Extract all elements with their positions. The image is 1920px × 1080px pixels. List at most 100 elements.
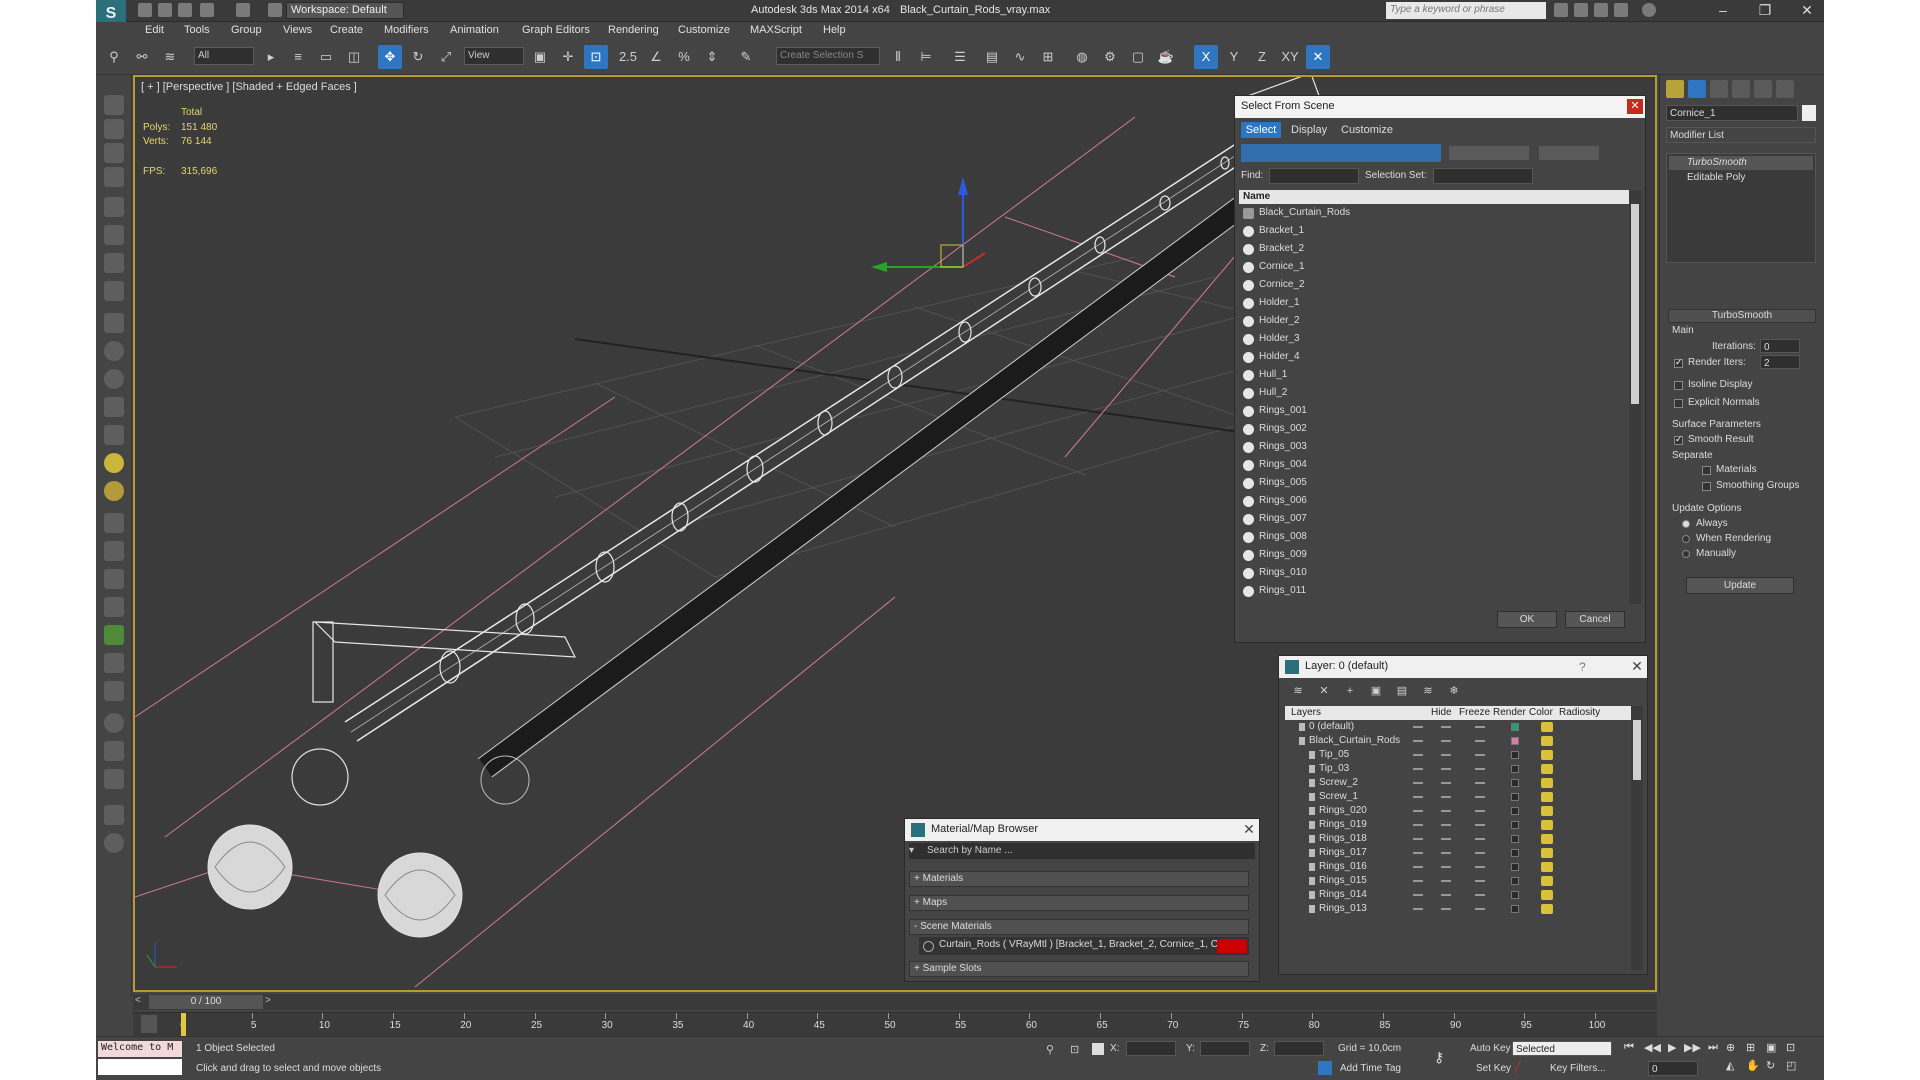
explicit-normals-checkbox[interactable] bbox=[1674, 399, 1683, 408]
copy-icon[interactable] bbox=[104, 805, 124, 825]
axis-constraint-y[interactable]: Y bbox=[1222, 45, 1246, 69]
filter-option-buttons[interactable] bbox=[1539, 146, 1599, 160]
undo-icon[interactable] bbox=[200, 3, 214, 17]
absolute-mode-icon[interactable] bbox=[1092, 1043, 1104, 1055]
add-to-layer-icon[interactable]: + bbox=[1341, 683, 1359, 699]
render-toggle[interactable] bbox=[1475, 740, 1485, 742]
cloth-icon[interactable] bbox=[104, 681, 124, 701]
freeze-toggle[interactable] bbox=[1441, 740, 1451, 742]
freeze-toggle[interactable] bbox=[1441, 796, 1451, 798]
find-input[interactable] bbox=[1269, 168, 1359, 184]
select-from-scene-close-button[interactable]: ✕ bbox=[1627, 99, 1643, 114]
column-color[interactable]: Color bbox=[1529, 707, 1553, 718]
maxscript-input[interactable] bbox=[98, 1059, 182, 1075]
list-item[interactable]: Rings_002 bbox=[1239, 420, 1635, 438]
radiosity-icon[interactable] bbox=[1541, 820, 1553, 830]
layer-color-swatch[interactable] bbox=[1511, 821, 1519, 829]
tab-customize[interactable]: Customize bbox=[1341, 122, 1393, 138]
radiosity-icon[interactable] bbox=[1541, 792, 1553, 802]
radiosity-icon[interactable] bbox=[1541, 904, 1553, 914]
schematic-view-icon[interactable]: ⊞ bbox=[1036, 45, 1060, 69]
selection-lock-icon[interactable]: ⊡ bbox=[1070, 1043, 1080, 1056]
list-item[interactable]: Cornice_1 bbox=[1239, 258, 1635, 276]
hide-toggle[interactable] bbox=[1413, 852, 1423, 854]
align-icon[interactable]: ⊨ bbox=[914, 45, 938, 69]
sphere-icon[interactable] bbox=[104, 369, 124, 389]
menu-create[interactable]: Create bbox=[330, 24, 363, 36]
configure-modifier-sets-icon[interactable] bbox=[1790, 273, 1808, 287]
radiosity-icon[interactable] bbox=[1541, 764, 1553, 774]
redo-icon[interactable] bbox=[236, 3, 250, 17]
list-item[interactable]: Cornice_2 bbox=[1239, 276, 1635, 294]
layer-close-button[interactable]: ✕ bbox=[1629, 659, 1645, 674]
help-search-input[interactable]: Type a keyword or phrase bbox=[1386, 2, 1546, 19]
layer-color-swatch[interactable] bbox=[1511, 765, 1519, 773]
list-item[interactable]: Bracket_1 bbox=[1239, 222, 1635, 240]
render-toggle[interactable] bbox=[1475, 726, 1485, 728]
audio-icon[interactable] bbox=[104, 253, 124, 273]
radiosity-icon[interactable] bbox=[1541, 834, 1553, 844]
isoline-display-checkbox[interactable] bbox=[1674, 381, 1683, 390]
smooth-result-checkbox[interactable] bbox=[1674, 434, 1683, 445]
freeze-unfreeze-all-icon[interactable]: ❄ bbox=[1445, 683, 1463, 699]
cone-icon[interactable] bbox=[104, 425, 124, 445]
transform-gizmo[interactable] bbox=[871, 177, 986, 272]
separate-materials-checkbox[interactable] bbox=[1702, 466, 1711, 475]
named-selection-set-input[interactable]: Create Selection S bbox=[776, 47, 880, 65]
freeze-toggle[interactable] bbox=[1441, 782, 1451, 784]
mirror-icon[interactable]: ⫴ bbox=[886, 45, 910, 69]
radiosity-icon[interactable] bbox=[1541, 862, 1553, 872]
list-item[interactable]: Holder_1 bbox=[1239, 294, 1635, 312]
create-tab-icon[interactable] bbox=[1666, 80, 1684, 98]
set-key-icon[interactable]: ╱ bbox=[1514, 1061, 1530, 1075]
play-icon[interactable]: ▶ bbox=[1668, 1041, 1676, 1054]
menu-customize[interactable]: Customize bbox=[678, 24, 730, 36]
freeze-toggle[interactable] bbox=[1441, 838, 1451, 840]
render-toggle[interactable] bbox=[1475, 810, 1485, 812]
vray-frame-buffer-icon[interactable] bbox=[104, 741, 124, 761]
utilities-tab-icon[interactable] bbox=[1776, 80, 1794, 98]
save-file-icon[interactable] bbox=[178, 3, 192, 17]
select-and-scale-icon[interactable]: ⤢ bbox=[434, 45, 458, 69]
create-layer-icon[interactable]: ≋ bbox=[1289, 683, 1307, 699]
modifier-list-dropdown[interactable]: Modifier List bbox=[1666, 127, 1816, 143]
highlight-selected-icon[interactable]: ▤ bbox=[1393, 683, 1411, 699]
omni-light-icon[interactable] bbox=[104, 481, 124, 501]
menu-modifiers[interactable]: Modifiers bbox=[384, 24, 429, 36]
time-slider-thumb[interactable]: 0 / 100 bbox=[149, 995, 263, 1009]
object-name-input[interactable]: Cornice_1 bbox=[1666, 105, 1798, 121]
stack-item-turbosmooth[interactable]: TurboSmooth bbox=[1669, 156, 1813, 170]
list-item[interactable]: Rings_008 bbox=[1239, 528, 1635, 546]
layer-scrollbar[interactable] bbox=[1631, 706, 1643, 970]
keyboard-shortcut-override-icon[interactable]: ⊡ bbox=[584, 45, 608, 69]
name-column-header[interactable]: Name bbox=[1239, 190, 1635, 204]
graphite-toolset-icon[interactable]: ▤ bbox=[980, 45, 1004, 69]
column-hide[interactable]: Hide bbox=[1431, 707, 1452, 718]
list-item[interactable]: Rings_004 bbox=[1239, 456, 1635, 474]
list-item[interactable]: Hull_1 bbox=[1239, 366, 1635, 384]
freeze-toggle[interactable] bbox=[1441, 810, 1451, 812]
hide-unhide-all-icon[interactable]: ≋ bbox=[1419, 683, 1437, 699]
list-item[interactable]: Holder_2 bbox=[1239, 312, 1635, 330]
help-icon[interactable] bbox=[1642, 3, 1656, 17]
select-all-buttons[interactable] bbox=[1449, 146, 1529, 160]
layer-color-swatch[interactable] bbox=[1511, 863, 1519, 871]
radiosity-icon[interactable] bbox=[1541, 750, 1553, 760]
project-folder-icon[interactable] bbox=[268, 3, 282, 17]
key-filters-button[interactable]: Key Filters... bbox=[1550, 1063, 1606, 1074]
list-item[interactable]: Rings_007 bbox=[1239, 510, 1635, 528]
list-item[interactable]: Holder_4 bbox=[1239, 348, 1635, 366]
radiosity-icon[interactable] bbox=[1541, 890, 1553, 900]
render-production-icon[interactable]: ☕ bbox=[1154, 45, 1178, 69]
zoom-extents-icon[interactable]: ▣ bbox=[1766, 1041, 1776, 1054]
render-toggle[interactable] bbox=[1475, 782, 1485, 784]
update-manually-radio[interactable] bbox=[1682, 550, 1690, 558]
list-item[interactable]: Holder_3 bbox=[1239, 330, 1635, 348]
search-options-chevron-icon[interactable]: ▾ bbox=[909, 845, 914, 856]
render-toggle[interactable] bbox=[1475, 852, 1485, 854]
bind-spacewarp-icon[interactable]: ≋ bbox=[158, 45, 182, 69]
selection-set-dropdown[interactable] bbox=[1433, 168, 1533, 184]
plant-icon[interactable] bbox=[104, 625, 124, 645]
key-selection-dropdown[interactable]: Selected bbox=[1512, 1041, 1612, 1056]
render-toggle[interactable] bbox=[1475, 796, 1485, 798]
